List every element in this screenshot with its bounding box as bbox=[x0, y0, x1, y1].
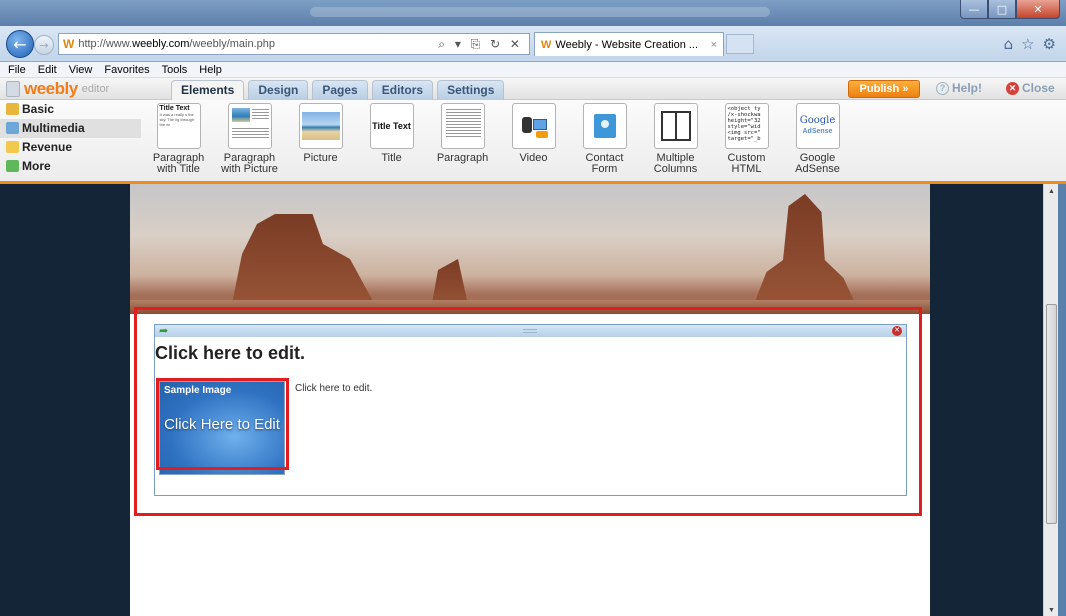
maximize-button[interactable]: □ bbox=[988, 0, 1016, 19]
menu-bar: File Edit View Favorites Tools Help bbox=[0, 62, 1066, 78]
menu-view[interactable]: View bbox=[69, 62, 93, 77]
basic-icon bbox=[6, 103, 19, 115]
weebly-favicon-icon: W bbox=[63, 37, 75, 51]
favorites-star-icon[interactable]: ☆ bbox=[1021, 35, 1034, 53]
window-controls: — □ ✕ bbox=[960, 0, 1060, 19]
back-button[interactable]: ← bbox=[6, 30, 34, 58]
video-camera-icon bbox=[511, 103, 556, 149]
element-title[interactable]: Title Text Title bbox=[356, 103, 427, 175]
tab-design[interactable]: Design bbox=[248, 80, 309, 100]
title-icon: Title Text bbox=[369, 103, 414, 149]
scroll-up-icon[interactable]: ▲ bbox=[1048, 188, 1055, 195]
menu-file[interactable]: File bbox=[8, 62, 26, 77]
delete-block-icon[interactable]: ✕ bbox=[892, 326, 902, 336]
category-revenue[interactable]: Revenue bbox=[0, 138, 141, 157]
google-adsense-icon: Google AdSense bbox=[795, 103, 840, 149]
vertical-scrollbar[interactable]: ▲ ▼ bbox=[1043, 184, 1058, 616]
columns-icon bbox=[653, 103, 698, 149]
revenue-icon bbox=[6, 141, 19, 153]
tab-pages[interactable]: Pages bbox=[312, 80, 368, 100]
window-titlebar: — □ ✕ bbox=[0, 0, 1066, 26]
elements-toolbar: Basic Multimedia Revenue More Title Text… bbox=[0, 100, 1066, 184]
weebly-logo: weebly editor bbox=[6, 79, 109, 99]
element-paragraph-with-title[interactable]: Title Text It was a really s the sky. The… bbox=[143, 103, 214, 175]
category-basic[interactable]: Basic bbox=[0, 100, 141, 119]
weebly-logo-icon bbox=[6, 81, 20, 97]
help-link[interactable]: ? Help! bbox=[936, 81, 982, 95]
tools-gear-icon[interactable]: ⚙ bbox=[1043, 35, 1056, 53]
html-code-icon: <object ty /x-shockwa height="32 style="… bbox=[724, 103, 769, 149]
block-title[interactable]: Click here to edit. bbox=[155, 343, 305, 364]
element-video[interactable]: Video bbox=[498, 103, 569, 175]
tab-title: Weebly - Website Creation ... bbox=[555, 38, 699, 51]
home-icon[interactable]: ⌂ bbox=[1004, 35, 1014, 53]
help-icon: ? bbox=[936, 81, 949, 95]
window-right-border bbox=[1058, 184, 1066, 616]
header-image[interactable] bbox=[130, 184, 930, 314]
window-title bbox=[310, 7, 770, 17]
address-url[interactable]: http://www.weebly.com/weebly/main.php bbox=[78, 38, 438, 50]
move-arrow-icon[interactable]: ➦ bbox=[159, 324, 168, 337]
element-multiple-columns[interactable]: Multiple Columns bbox=[640, 103, 711, 175]
paragraph-icon bbox=[440, 103, 485, 149]
close-icon: ✕ bbox=[1006, 81, 1019, 95]
address-bar[interactable]: W http://www.weebly.com/weebly/main.php … bbox=[58, 33, 530, 55]
editor-header: weebly editor Elements Design Pages Edit… bbox=[0, 78, 1066, 101]
element-custom-html[interactable]: <object ty /x-shockwa height="32 style="… bbox=[711, 103, 782, 175]
paragraph-with-title-icon: Title Text It was a really s the sky. The… bbox=[156, 103, 201, 149]
window-close-button[interactable]: ✕ bbox=[1016, 0, 1060, 19]
tab-close-icon[interactable]: × bbox=[711, 39, 717, 51]
browser-tab[interactable]: W Weebly - Website Creation ... × bbox=[534, 32, 724, 56]
editor-tabs: Elements Design Pages Editors Settings bbox=[171, 80, 505, 101]
tab-settings[interactable]: Settings bbox=[437, 80, 505, 100]
menu-help[interactable]: Help bbox=[199, 62, 222, 77]
menu-tools[interactable]: Tools bbox=[162, 62, 188, 77]
block-paragraph-text[interactable]: Click here to edit. bbox=[295, 383, 372, 394]
weebly-tab-favicon-icon: W bbox=[541, 38, 552, 51]
category-multimedia[interactable]: Multimedia bbox=[0, 119, 141, 138]
browser-toolbar-icons: ⌂ ☆ ⚙ bbox=[1004, 35, 1056, 53]
publish-button[interactable]: Publish » bbox=[848, 80, 920, 98]
element-paragraph-with-picture[interactable]: Paragraph with Picture bbox=[214, 103, 285, 175]
picture-icon bbox=[298, 103, 343, 149]
scrollbar-thumb[interactable] bbox=[1046, 304, 1057, 524]
more-icon bbox=[6, 160, 19, 172]
contact-form-icon bbox=[582, 103, 627, 149]
element-paragraph[interactable]: Paragraph bbox=[427, 103, 498, 175]
menu-edit[interactable]: Edit bbox=[38, 62, 57, 77]
minimize-button[interactable]: — bbox=[960, 0, 988, 19]
element-contact-form[interactable]: Contact Form bbox=[569, 103, 640, 175]
tab-editors[interactable]: Editors bbox=[371, 80, 434, 100]
element-palette: Title Text It was a really s the sky. The… bbox=[143, 103, 853, 175]
browser-navbar: ← → W http://www.weebly.com/weebly/main.… bbox=[0, 26, 1066, 62]
element-categories: Basic Multimedia Revenue More bbox=[0, 100, 141, 181]
tab-elements[interactable]: Elements bbox=[171, 80, 245, 101]
new-tab-button[interactable] bbox=[726, 34, 754, 54]
scroll-down-icon[interactable]: ▼ bbox=[1048, 607, 1055, 614]
highlight-box-image bbox=[156, 378, 289, 470]
category-more[interactable]: More bbox=[0, 157, 141, 176]
paragraph-with-picture-icon bbox=[227, 103, 272, 149]
block-toolbar: ➦ ✕ bbox=[155, 324, 906, 337]
element-picture[interactable]: Picture bbox=[285, 103, 356, 175]
drag-grip-icon[interactable] bbox=[523, 329, 537, 333]
multimedia-icon bbox=[6, 122, 19, 134]
menu-favorites[interactable]: Favorites bbox=[104, 62, 149, 77]
forward-button[interactable]: → bbox=[34, 35, 54, 55]
element-google-adsense[interactable]: Google AdSense Google AdSense bbox=[782, 103, 853, 175]
close-editor-link[interactable]: ✕ Close bbox=[1006, 81, 1055, 95]
address-actions-icon[interactable]: ⌕ ▾ ⎘ ↻ ✕ bbox=[438, 37, 529, 52]
